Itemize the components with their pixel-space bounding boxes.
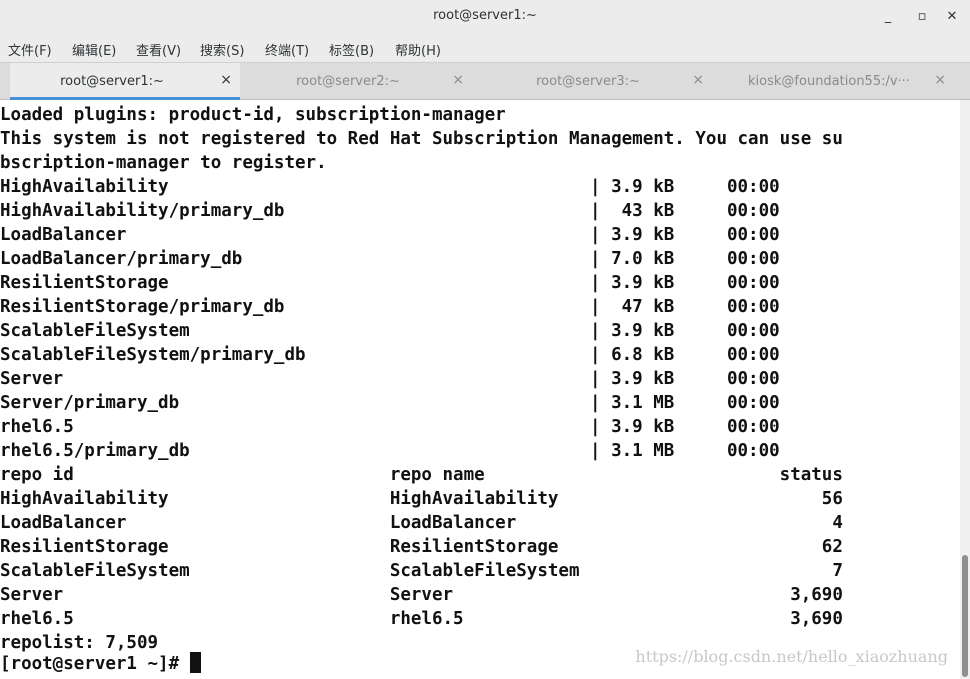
terminal-line: ResilientStorage/primary_db | 47 kB 00:0… [0, 297, 780, 317]
terminal-line: ScalableFileSystem ScalableFileSystem 7 [0, 561, 843, 581]
scrollbar-thumb[interactable] [962, 555, 968, 677]
watermark: https://blog.csdn.net/hello_xiaozhuang [635, 647, 948, 666]
title-bar: root@server1:~ _ ▫ ✕ [0, 0, 970, 34]
menu-file[interactable]: 文件(F) [8, 40, 52, 59]
terminal-line: LoadBalancer | 3.9 kB 00:00 [0, 225, 780, 245]
terminal-line: rhel6.5 rhel6.5 3,690 [0, 609, 843, 629]
terminal-line: Loaded plugins: product-id, subscription… [0, 105, 506, 125]
menu-search[interactable]: 搜索(S) [200, 40, 244, 59]
menu-help[interactable]: 帮助(H) [395, 40, 441, 59]
minimize-icon[interactable]: _ [876, 6, 900, 28]
tab-label: root@server1:~ [60, 74, 164, 89]
terminal-line: ResilientStorage ResilientStorage 62 [0, 537, 843, 557]
tab-server3[interactable]: root@server3:~ × [490, 63, 712, 100]
terminal-line: This system is not registered to Red Hat… [0, 129, 843, 149]
tab-bar: root@server1:~ × root@server2:~ × root@s… [0, 62, 970, 100]
terminal-line: HighAvailability/primary_db | 43 kB 00:0… [0, 201, 780, 221]
shell-prompt: [root@server1 ~]# [0, 654, 190, 674]
scrollbar[interactable] [960, 100, 970, 679]
tab-close-icon[interactable]: × [934, 72, 946, 88]
terminal-line: bscription-manager to register. [0, 153, 327, 173]
terminal-output: Loaded plugins: product-id, subscription… [0, 103, 843, 655]
tab-close-icon[interactable]: × [220, 72, 232, 88]
window-title: root@server1:~ [433, 8, 537, 23]
tab-foundation55[interactable]: kiosk@foundation55:/v··· × [730, 63, 954, 100]
terminal-line: repolist: 7,509 [0, 633, 159, 653]
tab-label: kiosk@foundation55:/v··· [748, 74, 910, 89]
terminal-line: ScalableFileSystem | 3.9 kB 00:00 [0, 321, 780, 341]
terminal-line: ResilientStorage | 3.9 kB 00:00 [0, 273, 780, 293]
terminal-line: Server/primary_db | 3.1 MB 00:00 [0, 393, 780, 413]
tab-server1[interactable]: root@server1:~ × [10, 63, 240, 100]
close-icon[interactable]: ✕ [940, 6, 964, 28]
prompt-line[interactable]: [root@server1 ~]# [0, 652, 201, 676]
terminal-line: rhel6.5/primary_db | 3.1 MB 00:00 [0, 441, 780, 461]
terminal-line: HighAvailability HighAvailability 56 [0, 489, 843, 509]
menu-edit[interactable]: 编辑(E) [72, 40, 116, 59]
terminal-line: repo id repo name status [0, 465, 843, 485]
terminal-line: LoadBalancer/primary_db | 7.0 kB 00:00 [0, 249, 780, 269]
tab-server2[interactable]: root@server2:~ × [250, 63, 472, 100]
menu-view[interactable]: 查看(V) [136, 40, 181, 59]
tab-label: root@server2:~ [296, 74, 400, 89]
terminal-line: ScalableFileSystem/primary_db | 6.8 kB 0… [0, 345, 780, 365]
menu-terminal[interactable]: 终端(T) [265, 40, 309, 59]
terminal-line: Server Server 3,690 [0, 585, 843, 605]
tab-label: root@server3:~ [536, 74, 640, 89]
terminal-line: rhel6.5 | 3.9 kB 00:00 [0, 417, 780, 437]
tab-close-icon[interactable]: × [452, 72, 464, 88]
terminal-line: LoadBalancer LoadBalancer 4 [0, 513, 843, 533]
menu-bar: 文件(F) 编辑(E) 查看(V) 搜索(S) 终端(T) 标签(B) 帮助(H… [0, 34, 970, 62]
terminal-line: HighAvailability | 3.9 kB 00:00 [0, 177, 780, 197]
terminal-line: Server | 3.9 kB 00:00 [0, 369, 780, 389]
tab-close-icon[interactable]: × [692, 72, 704, 88]
terminal-view[interactable]: Loaded plugins: product-id, subscription… [0, 100, 960, 679]
text-cursor [189, 652, 201, 673]
menu-tabs[interactable]: 标签(B) [329, 40, 374, 59]
maximize-icon[interactable]: ▫ [910, 6, 934, 28]
